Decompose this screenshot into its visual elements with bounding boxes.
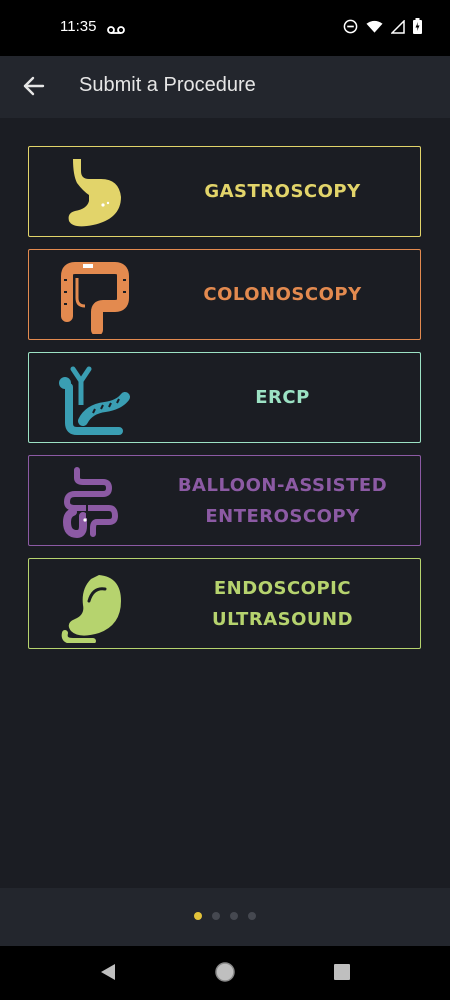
do-not-disturb-icon: [343, 19, 358, 38]
small-intestine-icon: [53, 464, 133, 540]
recents-square-icon: [333, 963, 351, 985]
wifi-icon: [366, 19, 383, 38]
status-time: 11:35: [60, 18, 97, 35]
procedure-label: COLONOSCOPY: [203, 284, 362, 305]
pancreas-bile-duct-icon: [53, 361, 133, 437]
app-bar: Submit a Procedure: [0, 56, 450, 118]
page-indicator: [0, 912, 450, 920]
signal-icon: [390, 18, 405, 38]
procedure-label: ENDOSCOPIC ULTRASOUND: [211, 577, 354, 630]
page-dot-3[interactable]: [230, 912, 238, 920]
procedure-label: GASTROSCOPY: [204, 181, 361, 202]
voicemail-icon: [107, 20, 125, 39]
pager-bar: [0, 888, 450, 946]
nav-back-button[interactable]: [94, 960, 122, 988]
screen: 11:35 Submit a Procedure GASTROSCOPY COL…: [0, 0, 450, 1000]
nav-home-button[interactable]: [211, 960, 239, 988]
procedure-label: ERCP: [255, 387, 310, 408]
procedure-card-endoscopic-ultrasound[interactable]: ENDOSCOPIC ULTRASOUND: [28, 558, 421, 649]
status-bar: 11:35: [0, 0, 450, 56]
procedure-card-balloon-assisted-enteroscopy[interactable]: BALLOON-ASSISTED ENTEROSCOPY: [28, 455, 421, 546]
page-dot-4[interactable]: [248, 912, 256, 920]
home-circle-icon: [214, 961, 236, 987]
procedure-card-colonoscopy[interactable]: COLONOSCOPY: [28, 249, 421, 340]
procedure-list: GASTROSCOPY COLONOSCOPY ERCP BALLOON-ASS…: [0, 118, 450, 888]
back-triangle-icon: [99, 963, 117, 985]
system-nav-bar: [0, 946, 450, 1000]
procedure-card-ercp[interactable]: ERCP: [28, 352, 421, 443]
battery-icon: [413, 18, 422, 38]
nav-recents-button[interactable]: [328, 960, 356, 988]
page-dot-1[interactable]: [194, 912, 202, 920]
procedure-label: BALLOON-ASSISTED ENTEROSCOPY: [177, 474, 388, 527]
stomach-icon: [53, 155, 133, 231]
colon-icon: [53, 258, 133, 336]
back-button[interactable]: [18, 72, 50, 104]
arrow-left-icon: [23, 76, 45, 100]
procedure-card-gastroscopy[interactable]: GASTROSCOPY: [28, 146, 421, 237]
page-title: Submit a Procedure: [79, 74, 256, 96]
ultrasound-stomach-icon: [53, 567, 133, 644]
page-dot-2[interactable]: [212, 912, 220, 920]
status-icons: [343, 18, 422, 38]
